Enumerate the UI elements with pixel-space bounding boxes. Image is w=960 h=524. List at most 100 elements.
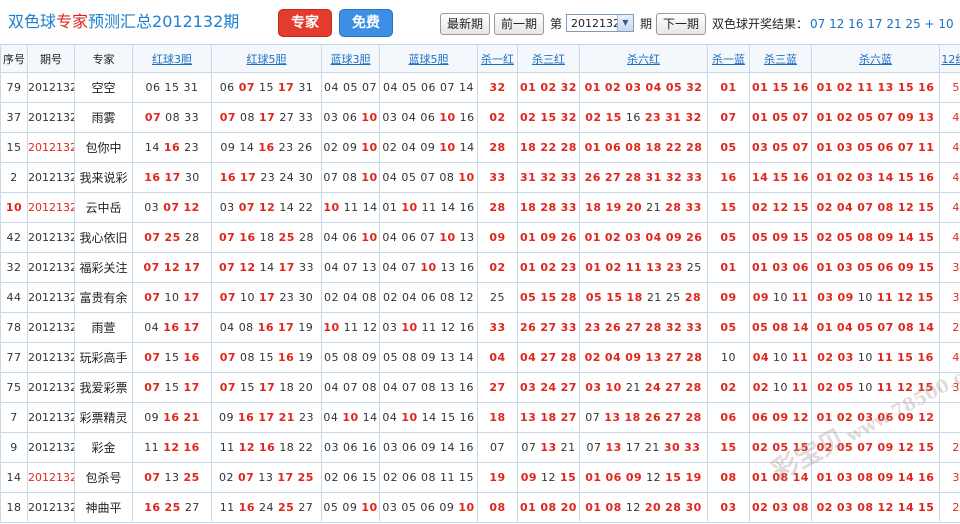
issue-select[interactable]: 2012132 ▼ [566,14,634,32]
cell-blue5: 01 10 11 14 16 [379,192,478,223]
issue-suffix-label: 期 [640,17,653,31]
col-header-blue5[interactable]: 蓝球5胆 [379,44,478,73]
cell-hits: 4 + 1 [939,222,960,253]
cell-blue5: 03 10 11 12 16 [379,312,478,343]
cell-kill6blue: 02 05 10 11 12 15 [811,372,940,403]
cell-kill3red: 01 02 32 [517,72,580,103]
cell-kill3blue: 01 05 07 [749,102,812,133]
cell-kill6red: 03 10 21 24 27 28 [579,372,708,403]
cell-red3: 04 16 17 [132,312,212,343]
cell-no: 44 [0,282,28,313]
cell-no: 10 [0,192,28,223]
cell-red5: 16 17 23 24 30 [211,162,322,193]
cell-hits: 2 + 0 [939,432,960,463]
cell-kill6red: 01 06 09 12 15 19 [579,462,708,493]
cell-expert[interactable]: 彩金 [74,432,133,463]
cell-expert[interactable]: 福彩关注 [74,252,133,283]
cell-kill3blue: 14 15 16 [749,162,812,193]
cell-blue3: 04 06 10 [321,222,380,253]
cell-kill3blue: 02 12 15 [749,192,812,223]
cell-kill1red: 02 [477,102,518,133]
cell-hits: 4 + 1 [939,192,960,223]
col-header-kill6red[interactable]: 杀六红 [579,44,708,73]
cell-expert[interactable]: 玩彩高手 [74,342,133,373]
cell-expert[interactable]: 我爱彩票 [74,372,133,403]
cell-expert[interactable]: 我心依旧 [74,222,133,253]
cell-red5: 04 08 16 17 19 [211,312,322,343]
cell-blue3: 03 06 16 [321,432,380,463]
cell-kill1blue: 08 [707,462,750,493]
col-header-kill1red[interactable]: 杀一红 [477,44,518,73]
cell-expert[interactable]: 神曲平 [74,492,133,523]
cell-kill3blue: 02 05 15 [749,432,812,463]
cell-issue: 2012132 [27,222,75,253]
cell-kill1blue: 05 [707,222,750,253]
col-header-hits[interactable]: 12红+2蓝 [939,44,960,73]
cell-issue: 2012132 [27,492,75,523]
cell-red3: 07 25 28 [132,222,212,253]
cell-red5: 07 12 14 17 33 [211,252,322,283]
cell-kill1red: 28 [477,192,518,223]
cell-blue5: 04 05 07 08 10 [379,162,478,193]
table-row: 75 2012132 我爱彩票 07 15 17 07 15 17 18 20 04 07… [0,372,960,403]
cell-no: 32 [0,252,28,283]
expert-button[interactable]: 专家 [278,9,332,37]
cell-red3: 09 16 21 [132,402,212,433]
col-header-red3[interactable]: 红球3胆 [132,44,212,73]
col-header-issue: 期号 [27,44,75,73]
page-title: 双色球专家预测汇总2012132期 [8,10,239,34]
cell-expert[interactable]: 富贵有余 [74,282,133,313]
cell-blue5: 04 10 14 15 16 [379,402,478,433]
next-issue-button[interactable]: 下一期 [656,13,707,35]
cell-kill6red: 07 13 18 26 27 28 [579,402,708,433]
cell-issue: 2012132 [27,162,75,193]
table-row: 37 2012132 雨雾 07 08 33 07 08 17 27 33 03 06 1… [0,102,960,133]
cell-kill3red: 07 13 21 [517,432,580,463]
cell-blue3: 03 06 10 [321,102,380,133]
cell-red3: 11 12 16 [132,432,212,463]
cell-no: 15 [0,132,28,163]
cell-expert[interactable]: 包杀号 [74,462,133,493]
table-row: 14 2012132 包杀号 07 13 25 02 07 13 17 25 02 06 … [0,462,960,493]
cell-issue: 2012132 [27,402,75,433]
table-row: 42 2012132 我心依旧 07 25 28 07 16 18 25 28 04 06… [0,222,960,253]
col-header-kill6blue[interactable]: 杀六蓝 [811,44,940,73]
chevron-down-icon[interactable]: ▼ [617,15,633,31]
cell-red3: 07 15 17 [132,372,212,403]
col-header-red5[interactable]: 红球5胆 [211,44,322,73]
cell-expert[interactable]: 云中岳 [74,192,133,223]
cell-expert[interactable]: 我来说彩 [74,162,133,193]
free-button[interactable]: 免费 [339,9,393,37]
cell-kill6red: 18 19 20 21 28 33 [579,192,708,223]
cell-kill1blue: 15 [707,432,750,463]
cell-red5: 07 08 15 16 19 [211,342,322,373]
cell-expert[interactable]: 雨雾 [74,102,133,133]
cell-issue: 2012132 [27,252,75,283]
cell-expert[interactable]: 空空 [74,72,133,103]
cell-blue5: 04 06 07 10 13 [379,222,478,253]
cell-blue3: 04 10 14 [321,402,380,433]
title-part-1: 双色球 [8,12,57,31]
cell-red3: 07 12 17 [132,252,212,283]
latest-issue-button[interactable]: 最新期 [440,13,491,35]
col-header-kill3blue[interactable]: 杀三蓝 [749,44,812,73]
cell-expert[interactable]: 雨萱 [74,312,133,343]
col-header-kill1blue[interactable]: 杀一蓝 [707,44,750,73]
col-header-kill3red[interactable]: 杀三红 [517,44,580,73]
cell-hits: 2 + 1 [939,492,960,523]
cell-expert[interactable]: 包你中 [74,132,133,163]
cell-kill3red: 26 27 33 [517,312,580,343]
table-row: 44 2012132 富贵有余 07 10 17 07 10 17 23 30 02 04… [0,282,960,313]
cell-blue5: 05 08 09 13 14 [379,342,478,373]
cell-kill1blue: 01 [707,252,750,283]
cell-hits: -- [939,402,960,433]
cell-no: 14 [0,462,28,493]
cell-kill3red: 01 09 26 [517,222,580,253]
previous-issue-button[interactable]: 前一期 [494,13,545,35]
issue-select-value: 2012132 [571,17,620,30]
table-row: 2 2012132 我来说彩 16 17 30 16 17 23 24 30 07 08 … [0,162,960,193]
cell-kill1red: 32 [477,72,518,103]
cell-issue: 2012132 [27,72,75,103]
cell-expert[interactable]: 彩票精灵 [74,402,133,433]
col-header-blue3[interactable]: 蓝球3胆 [321,44,380,73]
